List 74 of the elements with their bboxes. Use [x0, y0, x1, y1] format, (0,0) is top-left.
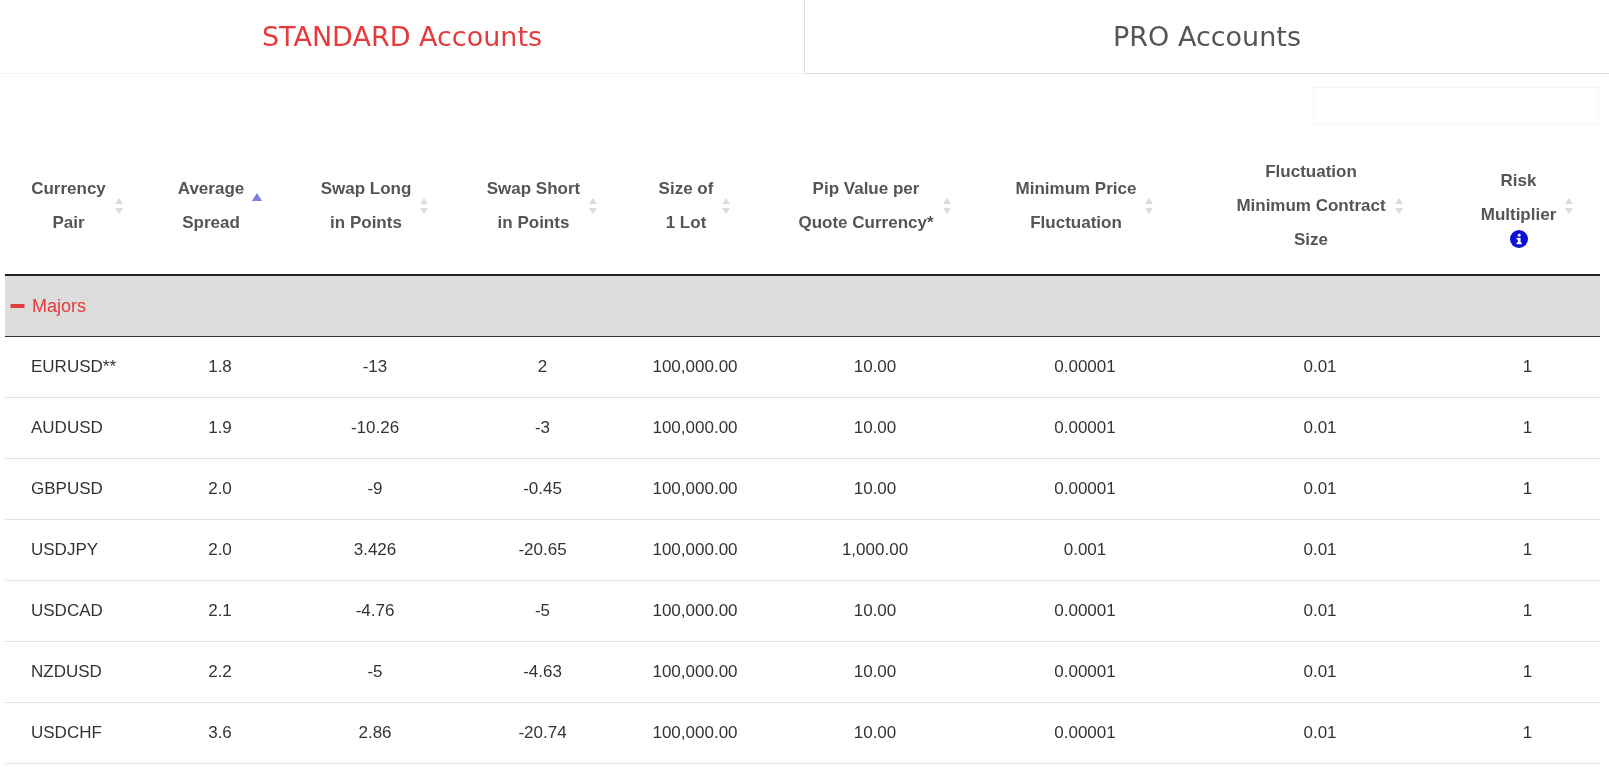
table-cell: 1	[1522, 479, 1533, 498]
table-cell: 1	[1522, 601, 1533, 620]
table-cell: 100,000.00	[652, 723, 738, 742]
table-cell: 0.01	[1303, 540, 1337, 559]
table-cell: 0.001	[1063, 540, 1107, 559]
table-cell: -20.74	[518, 723, 567, 742]
table-cell: 100,000.00	[652, 601, 738, 620]
table-cell: -9	[367, 479, 383, 498]
table-cell: 10.00	[853, 479, 897, 498]
table-cell: 10.00	[853, 662, 897, 681]
table-cell: 2	[537, 357, 548, 376]
table-cell: -5	[534, 601, 551, 620]
table-cell: USDCHF	[31, 723, 102, 742]
table-cell: 1.9	[208, 418, 232, 437]
table-cell: 1,000.00	[841, 540, 909, 559]
table-cell: 0.00001	[1054, 601, 1116, 620]
table-cell: 0.01	[1303, 418, 1337, 437]
table-cell: 0.00001	[1054, 357, 1116, 376]
table-cell: 0.01	[1303, 479, 1337, 498]
table-cell: 3.6	[208, 723, 232, 742]
table-cell: 2.2	[208, 662, 232, 681]
table-cell: 100,000.00	[652, 479, 738, 498]
table-cell: 2.86	[358, 723, 392, 742]
sort-ascending-icon[interactable]	[252, 193, 263, 201]
table-cell: 1.8	[208, 357, 232, 376]
table-cell: USDJPY	[31, 540, 99, 559]
table-cell: 100,000.00	[652, 357, 738, 376]
table-cell: -3	[534, 418, 551, 437]
table-cell: 0.01	[1303, 357, 1337, 376]
account-tab[interactable]: PRO Accounts	[804, 0, 1609, 74]
table-cell: -5	[367, 662, 383, 681]
table-cell: 1	[1522, 723, 1533, 742]
table-cell: 0.01	[1303, 723, 1337, 742]
table-cell: -10.26	[350, 418, 400, 437]
table-cell: 1	[1522, 357, 1533, 376]
table-cell: 0.00001	[1054, 479, 1116, 498]
info-icon[interactable]	[1509, 230, 1528, 248]
sort-icon[interactable]	[721, 197, 732, 215]
sort-icon[interactable]	[1144, 197, 1155, 215]
table-cell: 0.00001	[1054, 723, 1116, 742]
table-cell: 3.426	[353, 540, 397, 559]
table-cell: NZDUSD	[31, 662, 102, 681]
table-cell: 0.01	[1303, 601, 1337, 620]
table-cell: -4.76	[355, 601, 395, 620]
table-cell: 10.00	[853, 601, 897, 620]
sort-icon[interactable]	[1393, 197, 1404, 215]
table-cell: 0.00001	[1054, 662, 1116, 681]
table-cell: 1	[1522, 662, 1533, 681]
table-cell: USDCAD	[31, 601, 103, 620]
table-cell: 0.00001	[1054, 418, 1116, 437]
sort-icon[interactable]	[588, 197, 599, 215]
table-cell: GBPUSD	[31, 479, 103, 498]
table-cell: 100,000.00	[652, 540, 738, 559]
sort-icon[interactable]	[419, 197, 430, 215]
sort-icon[interactable]	[1564, 197, 1575, 215]
table-cell: -13	[362, 357, 388, 376]
table-cell: 100,000.00	[652, 418, 738, 437]
table-cell: 10.00	[853, 723, 897, 742]
table-cell: 10.00	[853, 418, 897, 437]
table-cell: 2.0	[208, 540, 232, 559]
table-cell: AUDUSD	[31, 418, 103, 437]
table-cell: -0.45	[523, 479, 562, 498]
table-cell: 1	[1522, 418, 1533, 437]
table-cell: 2.0	[208, 479, 232, 498]
sort-icon[interactable]	[113, 197, 124, 215]
table-cell: EURUSD**	[31, 357, 117, 376]
table-cell: 10.00	[853, 357, 897, 376]
table-cell: 1	[1522, 540, 1533, 559]
table-cell: -4.63	[523, 662, 562, 681]
table-cell: -20.65	[518, 540, 567, 559]
table-cell: 100,000.00	[652, 662, 738, 681]
sort-icon[interactable]	[941, 197, 952, 215]
table-cell: 2.1	[208, 601, 232, 620]
table-cell: 0.01	[1303, 662, 1337, 681]
